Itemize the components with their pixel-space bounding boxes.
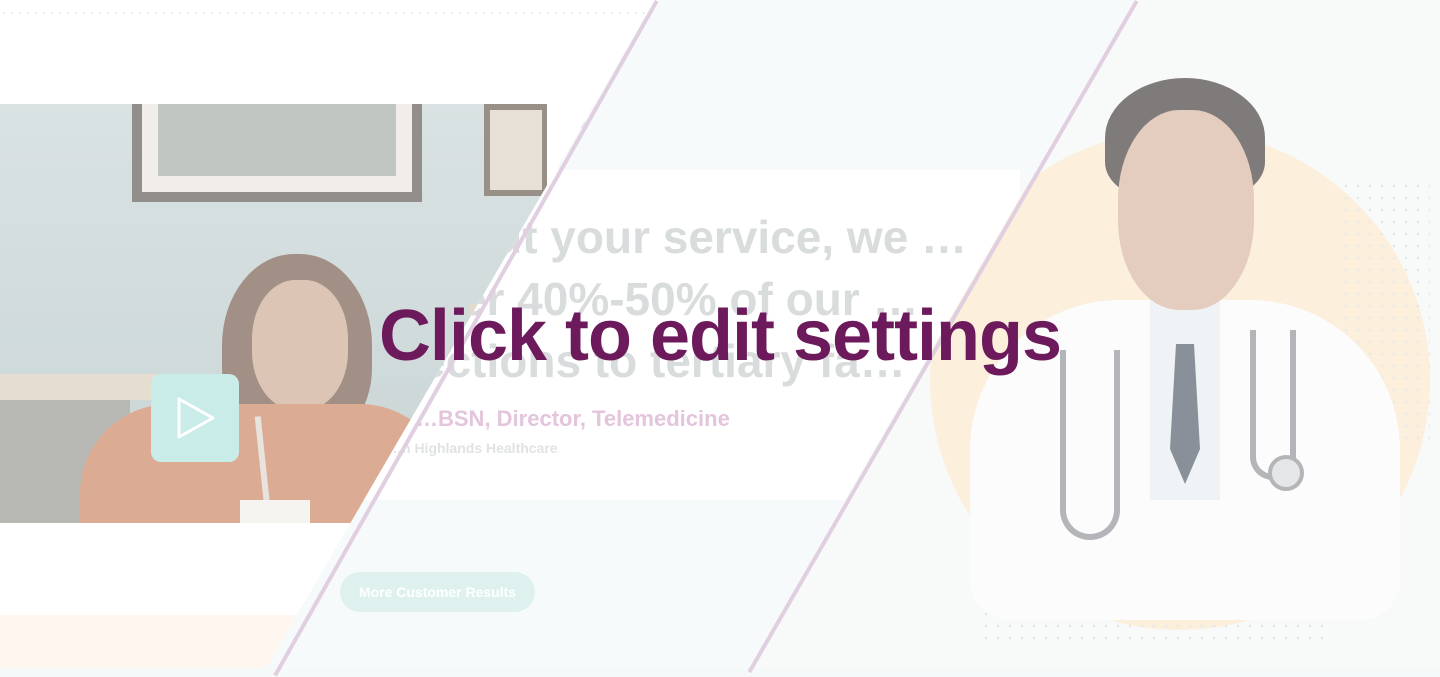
- testimonial-organization: …n Highlands Healthcare: [388, 440, 558, 456]
- decorative-dotted-line: [0, 12, 650, 14]
- edit-settings-overlay[interactable]: Click to edit settings: [0, 295, 1440, 377]
- testimonial-author: …BSN, Director, Telemedicine: [416, 406, 730, 431]
- video-play-button[interactable]: [151, 374, 239, 462]
- play-icon: [177, 397, 215, 439]
- more-customer-results-button[interactable]: More Customer Results: [340, 572, 535, 612]
